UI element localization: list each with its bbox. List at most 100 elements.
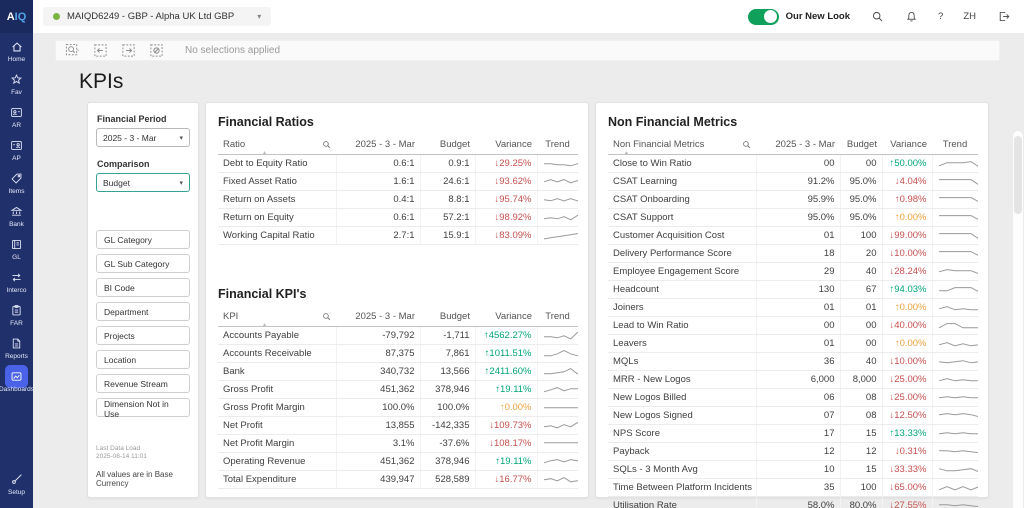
sidebar-item-dashboards[interactable]: Dashboards [0, 365, 33, 396]
column-header-trend[interactable]: Trend [932, 136, 978, 155]
row-budget: 95.0% [840, 209, 882, 227]
row-value: 36 [756, 353, 840, 371]
filter-button[interactable]: Department [96, 302, 190, 321]
step-back-icon[interactable] [93, 43, 108, 58]
column-header-budget[interactable]: Budget [840, 136, 882, 155]
row-label[interactable]: Return on Equity [218, 209, 336, 227]
sheet-content: No selections applied KPIs Financial Per… [33, 33, 1024, 508]
row-label[interactable]: Accounts Payable [218, 327, 336, 345]
row-label[interactable]: Close to Win Ratio [608, 155, 756, 173]
filter-button[interactable]: GL Category [96, 230, 190, 249]
sidebar-item-bank[interactable]: Bank [0, 200, 33, 231]
notifications-bell-icon[interactable] [904, 10, 918, 24]
row-label[interactable]: Gross Profit Margin [218, 399, 336, 417]
row-label[interactable]: Fixed Asset Ratio [218, 173, 336, 191]
row-label[interactable]: Debt to Equity Ratio [218, 155, 336, 173]
trend-sparkline [938, 229, 979, 242]
sidebar-item-ar[interactable]: AR [0, 101, 33, 132]
row-label[interactable]: SQLs - 3 Month Avg [608, 461, 756, 479]
row-label[interactable]: CSAT Learning [608, 173, 756, 191]
row-label[interactable]: CSAT Support [608, 209, 756, 227]
row-label[interactable]: Net Profit Margin [218, 435, 336, 453]
sidebar-item-interco[interactable]: Interco [0, 266, 33, 297]
row-label[interactable]: Operating Revenue [218, 453, 336, 471]
row-label[interactable]: MRR - New Logos [608, 371, 756, 389]
row-variance: ↓10.00% [890, 356, 927, 367]
sidebar-item-reports[interactable]: Reports [0, 332, 33, 363]
filter-button[interactable]: Dimension Not in Use [96, 398, 190, 417]
column-header-variance[interactable]: Variance [475, 308, 537, 327]
help-icon[interactable]: ? [938, 11, 943, 22]
row-label[interactable]: Utilisation Rate [608, 497, 756, 508]
row-value: 13,855 [336, 417, 420, 435]
column-header-trend[interactable]: Trend [537, 308, 578, 327]
trend-sparkline [543, 365, 579, 378]
row-label[interactable]: MQLs [608, 353, 756, 371]
row-label[interactable]: Headcount [608, 281, 756, 299]
sidebar-item-far[interactable]: FAR [0, 299, 33, 330]
row-trend-cell [537, 453, 578, 471]
company-selector[interactable]: MAIQD6249 - GBP - Alpha UK Ltd GBP ▾ [43, 7, 271, 26]
main-column: MAIQD6249 - GBP - Alpha UK Ltd GBP ▾ Our… [33, 0, 1024, 508]
sidebar-item-gl[interactable]: GL [0, 233, 33, 264]
filter-button[interactable]: Location [96, 350, 190, 369]
row-label[interactable]: Lead to Win Ratio [608, 317, 756, 335]
filter-button[interactable]: Revenue Stream [96, 374, 190, 393]
column-header-variance[interactable]: Variance [475, 136, 537, 155]
row-label[interactable]: Gross Profit [218, 381, 336, 399]
row-label[interactable]: NPS Score [608, 425, 756, 443]
clear-selections-icon[interactable] [149, 43, 164, 58]
row-value: 29 [756, 263, 840, 281]
smart-search-icon[interactable] [65, 43, 80, 58]
sidebar-item-fav[interactable]: Fav [0, 68, 33, 99]
row-label[interactable]: Delivery Performance Score [608, 245, 756, 263]
column-header-trend[interactable]: Trend [537, 136, 578, 155]
sidebar-item-home[interactable]: Home [0, 35, 33, 66]
sidebar-item-setup[interactable]: Setup [0, 468, 33, 499]
filter-button[interactable]: BI Code [96, 278, 190, 297]
logout-icon[interactable] [996, 10, 1010, 24]
row-label[interactable]: Payback [608, 443, 756, 461]
row-label[interactable]: New Logos Billed [608, 389, 756, 407]
comparison-select[interactable]: Budget ▾ [96, 173, 190, 192]
row-label[interactable]: Net Profit [218, 417, 336, 435]
page-scrollbar[interactable] [1013, 131, 1023, 508]
app-window: AIQ Home Fav AR AP Items Bank GL [0, 0, 1024, 508]
row-label[interactable]: Leavers [608, 335, 756, 353]
column-header-budget[interactable]: Budget [420, 308, 475, 327]
column-header-period[interactable]: 2025 - 3 - Mar [336, 308, 420, 327]
filter-button[interactable]: Projects [96, 326, 190, 345]
row-label[interactable]: New Logos Signed [608, 407, 756, 425]
row-label[interactable]: Joiners [608, 299, 756, 317]
column-header-kpi[interactable]: KPI▲ [218, 308, 336, 327]
setup-wrench-icon [9, 472, 24, 487]
column-header-period[interactable]: 2025 - 3 - Mar [336, 136, 420, 155]
new-look-toggle[interactable] [748, 9, 779, 25]
column-header-metric[interactable]: Non Financial Metrics▲ [608, 136, 756, 155]
column-header-ratio[interactable]: Ratio▲ [218, 136, 336, 155]
column-header-budget[interactable]: Budget [420, 136, 475, 155]
row-label[interactable]: Time Between Platform Incidents [608, 479, 756, 497]
row-trend-cell [932, 227, 978, 245]
filter-button[interactable]: GL Sub Category [96, 254, 190, 273]
sidebar-item-items[interactable]: Items [0, 167, 33, 198]
row-label[interactable]: Bank [218, 363, 336, 381]
row-label[interactable]: Accounts Receivable [218, 345, 336, 363]
scrollbar-thumb[interactable] [1014, 136, 1022, 214]
financial-period-select[interactable]: 2025 - 3 - Mar ▾ [96, 128, 190, 147]
row-label[interactable]: CSAT Onboarding [608, 191, 756, 209]
row-label[interactable]: Employee Engagement Score [608, 263, 756, 281]
row-label[interactable]: Working Capital Ratio [218, 227, 336, 245]
row-label[interactable]: Return on Assets [218, 191, 336, 209]
sidebar-item-ap[interactable]: AP [0, 134, 33, 165]
user-initials-avatar[interactable]: ZH [963, 11, 976, 22]
step-forward-icon[interactable] [121, 43, 136, 58]
row-budget: 8,000 [840, 371, 882, 389]
row-label[interactable]: Total Expenditure [218, 471, 336, 489]
app-logo[interactable]: AIQ [0, 0, 33, 33]
row-variance: ↑19.11% [495, 384, 531, 395]
search-icon[interactable] [870, 10, 884, 24]
column-header-period[interactable]: 2025 - 3 - Mar [756, 136, 840, 155]
row-label[interactable]: Customer Acquisition Cost [608, 227, 756, 245]
column-header-variance[interactable]: Variance [882, 136, 932, 155]
